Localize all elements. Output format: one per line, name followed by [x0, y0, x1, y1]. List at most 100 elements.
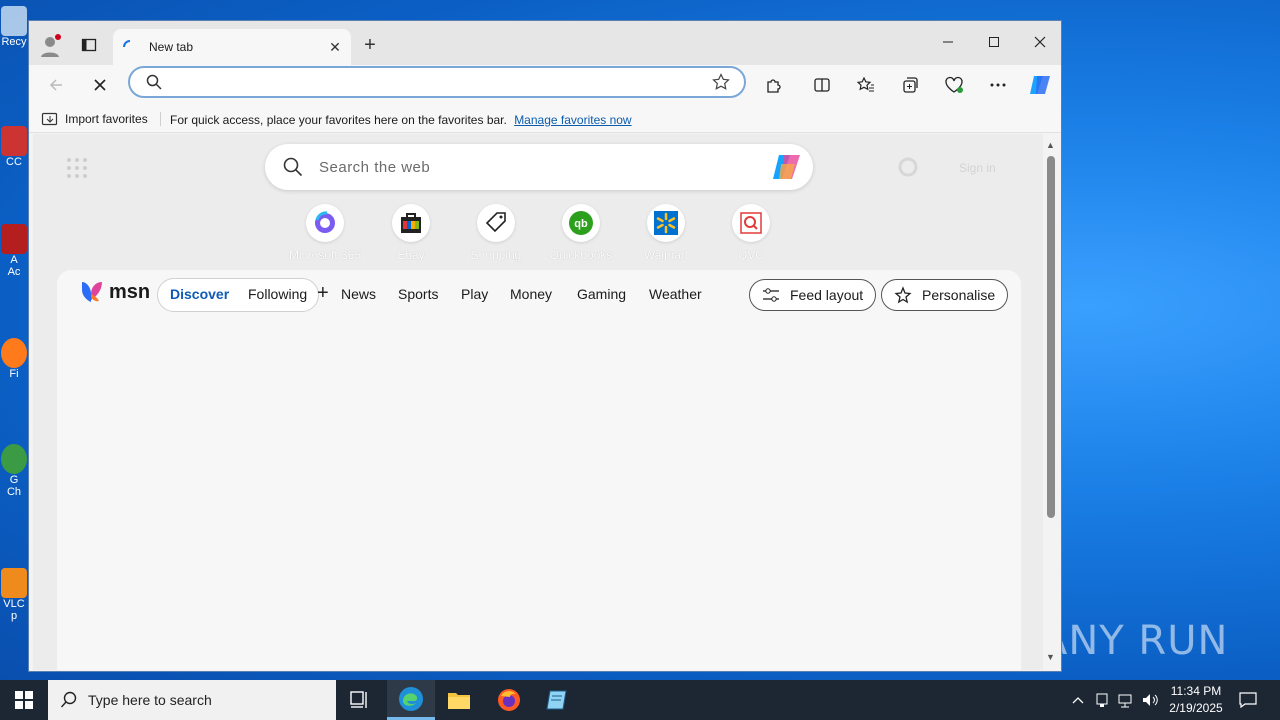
taskbar-edge[interactable] [387, 680, 435, 720]
quick-link-walmart[interactable]: Walmart [626, 204, 706, 262]
apps-launcher-icon[interactable] [65, 156, 89, 180]
taskbar-file-explorer[interactable] [435, 680, 483, 720]
tab-close-icon[interactable]: ✕ [327, 39, 343, 55]
scrollbar-thumb[interactable] [1047, 156, 1055, 518]
stop-loading-button[interactable] [86, 71, 114, 99]
clock-time: 11:34 PM [1170, 684, 1222, 698]
copilot-button[interactable] [1026, 71, 1054, 99]
desktop-icon-chrome[interactable]: G Ch [0, 444, 28, 534]
import-favorites-button[interactable]: Import favorites [41, 111, 148, 127]
anyrun-watermark: ANY RUN [1040, 606, 1235, 676]
scroll-down-icon[interactable]: ▼ [1046, 652, 1055, 662]
add-icon[interactable]: + [317, 282, 329, 305]
walmart-icon [647, 204, 685, 242]
favorite-star-icon[interactable] [712, 73, 730, 91]
quick-link-label: Walmart [643, 248, 689, 262]
vlc-icon [1, 568, 27, 598]
maximize-button[interactable] [971, 27, 1017, 57]
msn-logo[interactable]: msn [79, 280, 150, 304]
nav-weather[interactable]: Weather [649, 286, 702, 302]
nav-news[interactable]: News [341, 286, 376, 302]
minimize-button[interactable] [925, 27, 971, 57]
toolbar [29, 65, 1061, 105]
desktop-icon-ccleaner[interactable]: CC [0, 126, 28, 216]
quick-link-quickbooks[interactable]: qb Quickbooks [541, 204, 621, 262]
minimize-icon [943, 41, 953, 43]
task-view-button[interactable] [336, 680, 384, 720]
extensions-button[interactable] [760, 71, 788, 99]
maximize-icon [989, 37, 999, 47]
settings-gear-icon[interactable] [897, 156, 919, 178]
tab-new-tab[interactable]: New tab ✕ [113, 29, 351, 65]
more-dots-icon [990, 83, 1006, 87]
web-search-box[interactable]: Search the web [265, 144, 813, 190]
quick-link-qvc[interactable]: QVC [711, 204, 791, 262]
taskbar: Type here to search 11:34 PM 2/19/2025 [0, 680, 1280, 720]
quick-link-shopping[interactable]: Shopping [456, 204, 536, 262]
new-tab-page: Search the web Sign in Microsoft 365 Eba… [33, 134, 1047, 670]
network-icon[interactable] [1116, 680, 1136, 720]
taskbar-search-placeholder: Type here to search [88, 692, 212, 708]
quick-link-microsoft365[interactable]: Microsoft 365 [285, 204, 365, 262]
nav-gaming[interactable]: Gaming [577, 286, 626, 302]
shopping-tag-icon [477, 204, 515, 242]
loading-spinner-icon [123, 40, 131, 48]
quick-link-label: Shopping [470, 248, 522, 262]
nav-play[interactable]: Play [461, 286, 488, 302]
watermark-text: ANY RUN [1040, 618, 1229, 664]
search-icon [283, 157, 303, 177]
favorites-button[interactable] [852, 71, 880, 99]
sliders-icon [763, 288, 779, 302]
ebay-icon [392, 204, 430, 242]
desktop-icon-acrobat[interactable]: A Ac [0, 224, 28, 314]
desktop-icon-label: VLC p [3, 598, 25, 622]
scroll-up-icon[interactable]: ▲ [1046, 140, 1055, 150]
close-icon [1034, 36, 1046, 48]
desktop-icon-vlc[interactable]: VLC p [0, 568, 28, 658]
profile-button[interactable] [37, 33, 65, 59]
taskbar-search-box[interactable]: Type here to search [48, 680, 336, 720]
address-bar[interactable] [128, 66, 746, 98]
notifications-button[interactable] [1236, 680, 1260, 720]
copilot-icon[interactable] [771, 152, 803, 182]
tab-discover[interactable]: Discover [170, 286, 229, 302]
close-button[interactable] [1017, 27, 1061, 57]
tab-following[interactable]: Following [248, 286, 307, 302]
clock[interactable]: 11:34 PM 2/19/2025 [1160, 683, 1232, 717]
split-screen-button[interactable] [808, 71, 836, 99]
personalise-button[interactable]: Personalise [881, 279, 1009, 311]
quickbooks-icon: qb [562, 204, 600, 242]
feed-layout-button[interactable]: Feed layout [749, 279, 877, 311]
new-tab-button[interactable]: + [359, 35, 381, 57]
tab-actions-icon [81, 38, 97, 52]
volume-icon[interactable] [1140, 680, 1160, 720]
notepad-icon [546, 690, 567, 710]
back-button[interactable] [42, 71, 70, 99]
desktop-icon-firefox[interactable]: Fi [0, 338, 28, 428]
desktop-icon-recycle-bin[interactable]: Recy [0, 6, 28, 96]
page-scrollbar[interactable]: ▲ ▼ [1043, 134, 1059, 670]
msn-butterfly-icon [82, 282, 102, 302]
collections-button[interactable] [896, 71, 924, 99]
more-menu-button[interactable] [984, 71, 1012, 99]
taskbar-notepad[interactable] [533, 680, 581, 720]
manage-favorites-link[interactable]: Manage favorites now [514, 113, 631, 127]
tab-actions-button[interactable] [77, 33, 101, 57]
nav-sports[interactable]: Sports [398, 286, 438, 302]
browser-window: New tab ✕ + Import favorites For quick a… [28, 20, 1062, 672]
address-input[interactable] [170, 72, 690, 92]
favorites-icon [857, 76, 874, 92]
quick-link-ebay[interactable]: Ebay [371, 204, 451, 262]
sign-in-button[interactable]: Sign in [959, 161, 996, 175]
taskbar-firefox[interactable] [485, 680, 533, 720]
clock-date: 2/19/2025 [1169, 701, 1223, 715]
nav-money[interactable]: Money [510, 286, 552, 302]
browser-essentials-button[interactable] [940, 71, 968, 99]
tab-title: New tab [149, 40, 194, 54]
import-favorites-label: Import favorites [65, 112, 148, 126]
quick-link-label: Microsoft 365 [288, 248, 362, 262]
tray-device-icon[interactable] [1092, 680, 1112, 720]
start-button[interactable] [0, 680, 48, 720]
msn-brand: msn [109, 280, 151, 303]
show-hidden-icons-button[interactable] [1068, 680, 1088, 720]
